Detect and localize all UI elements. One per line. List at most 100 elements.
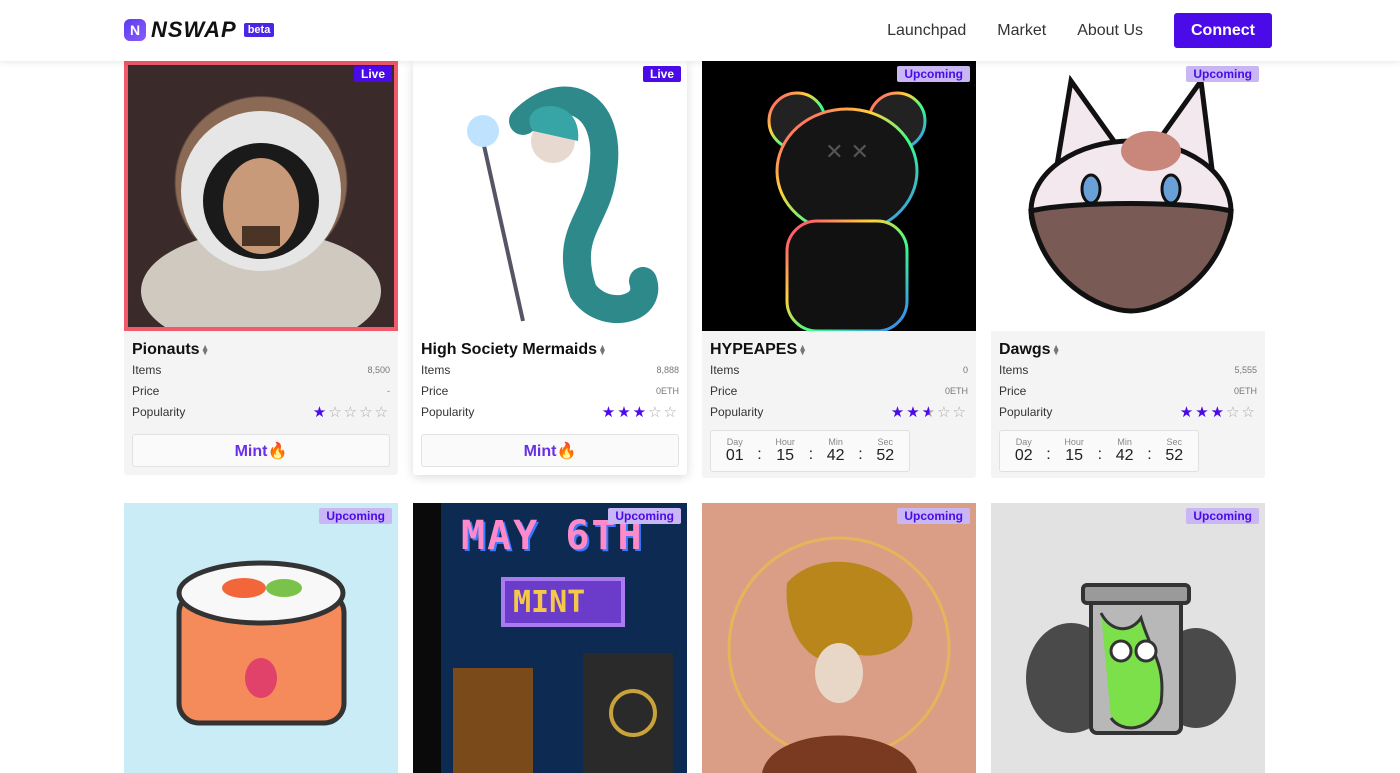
collection-card-high-society-mermaids[interactable]: Live High Society Mermaids ⧫ Items 8,888 P… bbox=[413, 61, 687, 475]
countdown-hour-label: Hour bbox=[775, 437, 795, 447]
star-empty-icon: ☆ bbox=[328, 403, 344, 421]
items-value: 5,555 bbox=[1234, 364, 1257, 375]
nav-market[interactable]: Market bbox=[997, 22, 1046, 40]
logo[interactable]: N NSWAP beta bbox=[124, 17, 275, 43]
star-filled-icon: ★ bbox=[632, 403, 649, 421]
collection-card-pionauts[interactable]: Live Pionauts ⧫ Items 8,500 Price - Popular… bbox=[124, 61, 398, 475]
star-half-icon: ★ bbox=[921, 403, 938, 421]
items-label: Items bbox=[421, 362, 451, 377]
status-badge: Upcoming bbox=[897, 508, 970, 524]
countdown-min-label: Min bbox=[1117, 437, 1132, 447]
dog-bandana-illustration bbox=[1028, 74, 1234, 314]
collection-image[interactable]: MAY 6TH MINT Upcoming bbox=[413, 503, 687, 773]
collection-image[interactable]: Upcoming bbox=[124, 503, 398, 773]
price-label: Price bbox=[132, 383, 160, 398]
star-empty-icon: ☆ bbox=[1241, 403, 1257, 421]
svg-text:✕ ✕: ✕ ✕ bbox=[825, 140, 869, 165]
collection-image[interactable]: Live bbox=[124, 61, 398, 331]
dragon-mask-illustration bbox=[727, 536, 951, 773]
status-badge: Upcoming bbox=[1186, 508, 1259, 524]
star-filled-icon: ★ bbox=[1195, 403, 1211, 421]
countdown-sec-value: 52 bbox=[1165, 447, 1184, 464]
collection-card-dawgs[interactable]: Upcoming Dawgs ⧫ Items 5,555 Price 0ETH Pop… bbox=[991, 61, 1265, 478]
star-filled-icon: ★ bbox=[617, 403, 633, 421]
mint-button[interactable]: Mint🔥 bbox=[132, 434, 390, 467]
top-navbar: N NSWAP beta Launchpad Market About Us C… bbox=[0, 0, 1400, 61]
star-empty-icon: ☆ bbox=[359, 403, 375, 421]
items-label: Items bbox=[999, 362, 1029, 377]
eth-icon: ⧫ bbox=[800, 344, 806, 356]
countdown-separator: : bbox=[808, 446, 814, 463]
countdown-sec-label: Sec bbox=[1166, 437, 1182, 447]
mint-countdown: Day 02 : Hour 15 : Min 42 : Sec 52 bbox=[999, 430, 1199, 472]
collection-card-sushi[interactable]: Upcoming bbox=[124, 503, 398, 773]
collection-card-trash-can[interactable]: Upcoming bbox=[991, 503, 1265, 773]
countdown-min-value: 42 bbox=[826, 447, 845, 464]
popularity-label: Popularity bbox=[421, 404, 475, 419]
star-rating: ★★★☆☆ bbox=[602, 403, 679, 421]
items-label: Items bbox=[710, 362, 740, 377]
price-value: - bbox=[387, 385, 390, 396]
countdown-hour-value: 15 bbox=[776, 447, 795, 464]
star-rating: ★★★☆☆ bbox=[1180, 403, 1257, 421]
collection-image[interactable]: ✕ ✕ Upcoming bbox=[702, 61, 976, 331]
countdown-day-label: Day bbox=[726, 437, 743, 447]
star-filled-icon: ★ bbox=[1179, 403, 1196, 421]
star-empty-icon: ☆ bbox=[663, 403, 679, 421]
price-value: 0ETH bbox=[655, 385, 679, 396]
nav-launchpad[interactable]: Launchpad bbox=[887, 22, 966, 40]
countdown-day-value: 02 bbox=[1014, 447, 1033, 464]
status-badge: Upcoming bbox=[897, 66, 970, 82]
collection-card-hypeapes[interactable]: ✕ ✕ Upcoming HYPEAPES ⧫ Items 0 Price 0ETH … bbox=[702, 61, 976, 478]
star-empty-icon: ☆ bbox=[937, 403, 953, 421]
nav-about-us[interactable]: About Us bbox=[1077, 22, 1143, 40]
items-value: 8,500 bbox=[367, 364, 390, 375]
price-label: Price bbox=[421, 383, 449, 398]
items-value: 0 bbox=[962, 364, 968, 375]
star-filled-icon: ★ bbox=[312, 403, 329, 421]
items-value: 8,888 bbox=[656, 364, 679, 375]
countdown-hour-label: Hour bbox=[1064, 437, 1084, 447]
eth-icon: ⧫ bbox=[1053, 344, 1059, 356]
status-badge: Upcoming bbox=[608, 508, 681, 524]
trash-can-illustration bbox=[1026, 583, 1236, 735]
star-filled-icon: ★ bbox=[906, 403, 922, 421]
collection-name: High Society Mermaids bbox=[421, 341, 598, 358]
chrome-bear-illustration: ✕ ✕ bbox=[767, 91, 927, 331]
collection-image[interactable]: Upcoming bbox=[702, 503, 976, 773]
status-badge: Upcoming bbox=[1186, 66, 1259, 82]
collection-name: Pionauts bbox=[132, 341, 200, 358]
star-rating: ★★★☆☆ bbox=[891, 403, 968, 421]
star-empty-icon: ☆ bbox=[1226, 403, 1242, 421]
star-empty-icon: ☆ bbox=[648, 403, 664, 421]
mint-countdown: Day 01 : Hour 15 : Min 42 : Sec 52 bbox=[710, 430, 910, 472]
countdown-sec-value: 52 bbox=[876, 447, 895, 464]
eth-icon: ⧫ bbox=[202, 344, 208, 356]
countdown-sec-label: Sec bbox=[877, 437, 893, 447]
countdown-min-value: 42 bbox=[1115, 447, 1134, 464]
collection-name: Dawgs bbox=[999, 341, 1051, 358]
mermaid-illustration bbox=[467, 86, 659, 323]
collection-card-pixel-mint[interactable]: MAY 6TH MINT Upcoming bbox=[413, 503, 687, 773]
connect-button[interactable]: Connect bbox=[1174, 13, 1272, 48]
art-text-mint: MINT bbox=[513, 585, 586, 620]
price-value: 0ETH bbox=[944, 385, 968, 396]
countdown-separator: : bbox=[1097, 446, 1103, 463]
collection-image[interactable]: Live bbox=[413, 61, 687, 331]
collection-card-golden-dragon[interactable]: Upcoming bbox=[702, 503, 976, 773]
star-filled-icon: ★ bbox=[601, 403, 618, 421]
star-filled-icon: ★ bbox=[1210, 403, 1227, 421]
mint-button[interactable]: Mint🔥 bbox=[421, 434, 679, 467]
countdown-min-label: Min bbox=[828, 437, 843, 447]
price-label: Price bbox=[999, 383, 1027, 398]
collection-image[interactable]: Upcoming bbox=[991, 503, 1265, 773]
collection-image[interactable]: Upcoming bbox=[991, 61, 1265, 331]
logo-text: NSWAP bbox=[151, 17, 237, 42]
collection-name: HYPEAPES bbox=[710, 341, 798, 358]
countdown-separator: : bbox=[1046, 446, 1051, 463]
star-empty-icon: ☆ bbox=[952, 403, 968, 421]
countdown-separator: : bbox=[858, 446, 863, 463]
status-badge: Live bbox=[353, 66, 392, 82]
beta-badge: beta bbox=[243, 23, 275, 37]
nav-links: Launchpad Market About Us Connect bbox=[887, 13, 1272, 48]
